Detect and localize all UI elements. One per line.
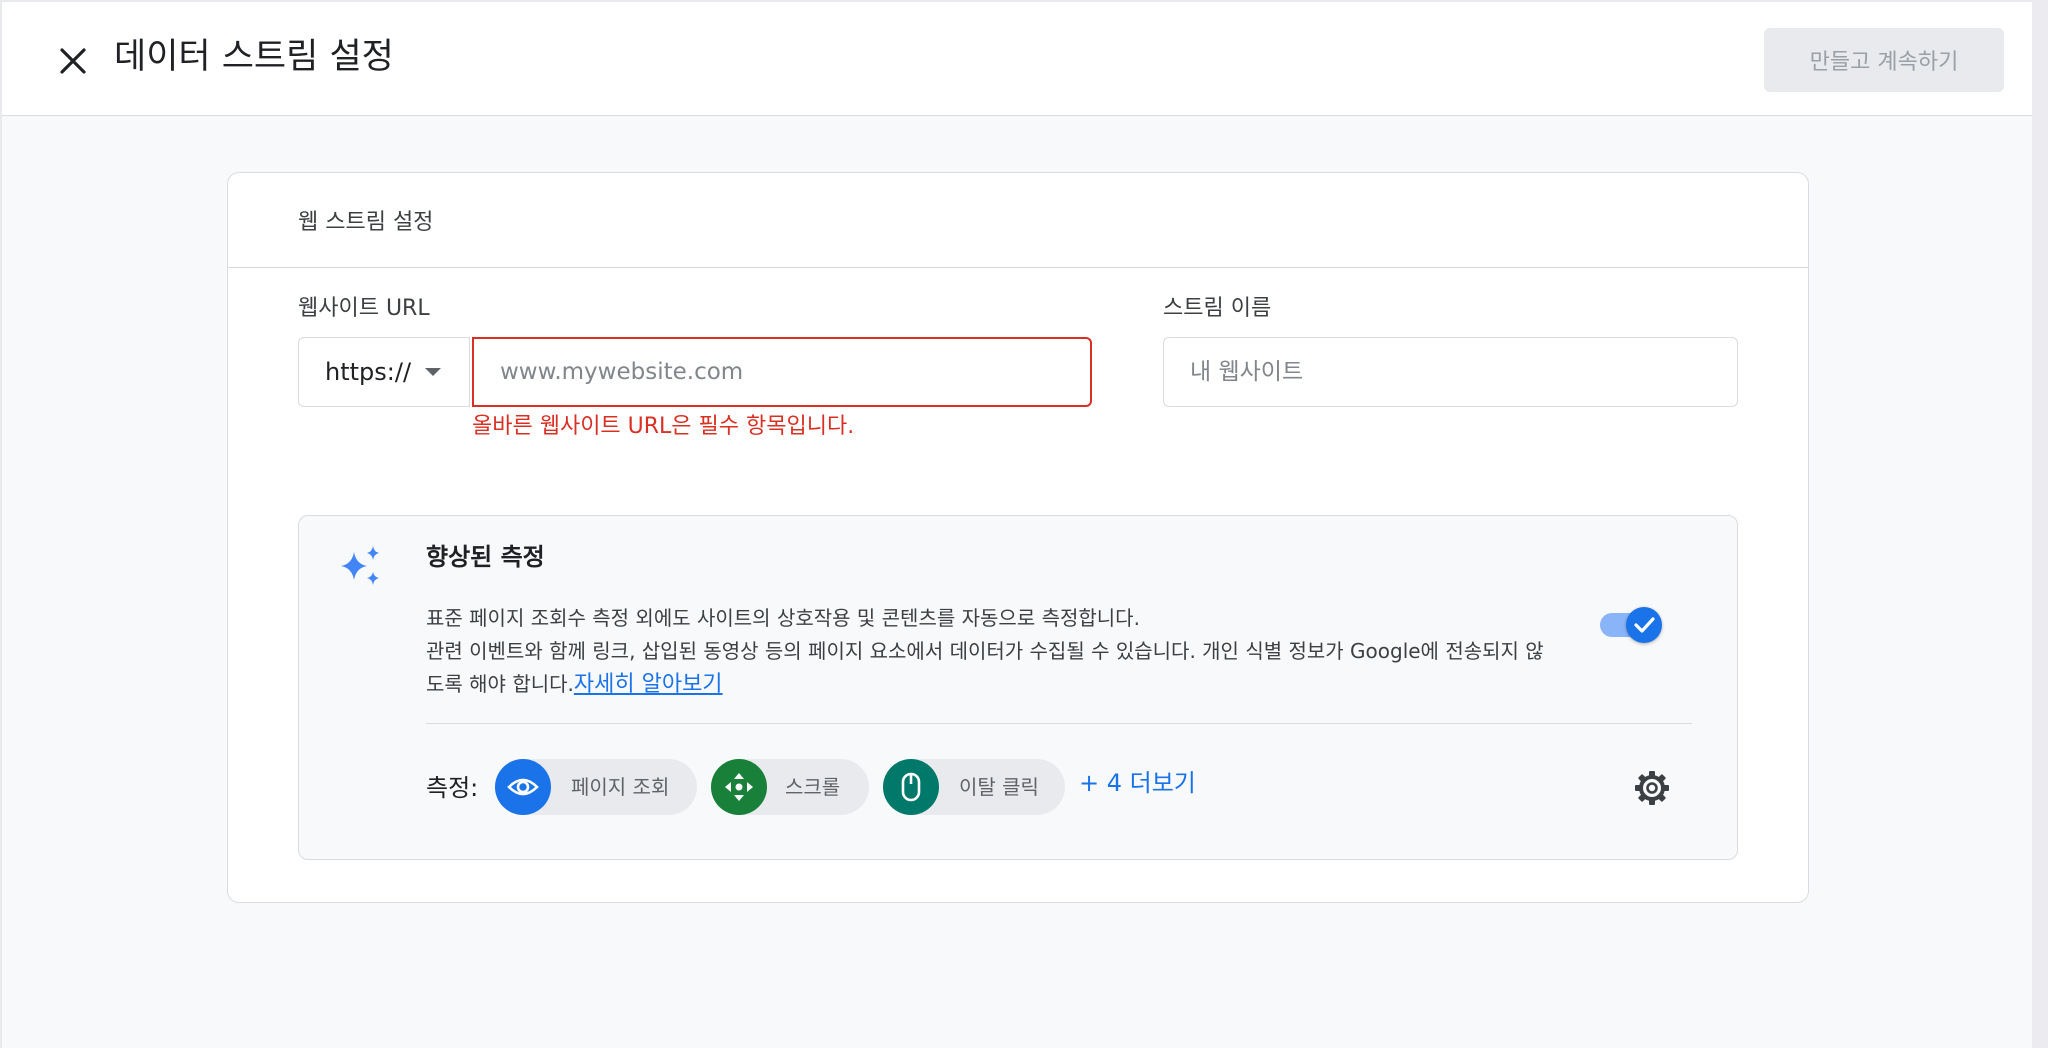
background-strip	[2032, 0, 2048, 1048]
description-line-1: 표준 페이지 조회수 측정 외에도 사이트의 상호작용 및 콘텐츠를 자동으로 …	[426, 606, 1140, 630]
scroll-icon	[711, 759, 767, 815]
chip-label: 스크롤	[785, 775, 841, 799]
enhanced-measurement-panel: 향상된 측정 표준 페이지 조회수 측정 외에도 사이트의 상호작용 및 콘텐츠…	[298, 515, 1738, 860]
page-title: 데이터 스트림 설정	[114, 37, 394, 77]
dropdown-arrow-icon	[425, 368, 441, 376]
mouse-icon	[883, 759, 939, 815]
protocol-select[interactable]: https://	[298, 337, 470, 407]
chip-outbound-click[interactable]: 이탈 클릭	[883, 759, 1065, 815]
sparkle-icon	[339, 544, 383, 588]
card-title: 웹 스트림 설정	[298, 210, 434, 235]
enhanced-description: 표준 페이지 조회수 측정 외에도 사이트의 상호작용 및 콘텐츠를 자동으로 …	[426, 602, 1551, 701]
create-continue-button[interactable]: 만들고 계속하기	[1764, 28, 2004, 92]
stream-name-input[interactable]	[1163, 337, 1738, 407]
gear-icon[interactable]	[1632, 768, 1672, 808]
enhanced-measurement-toggle[interactable]	[1600, 607, 1664, 643]
card-divider	[228, 267, 1808, 268]
url-label: 웹사이트 URL	[298, 296, 430, 321]
chip-scroll[interactable]: 스크롤	[711, 759, 869, 815]
enhanced-title: 향상된 측정	[426, 543, 545, 571]
check-icon	[1626, 607, 1662, 643]
close-icon[interactable]	[50, 38, 96, 84]
stream-name-label: 스트림 이름	[1163, 296, 1272, 321]
protocol-value: https://	[325, 358, 412, 386]
dialog-header: 데이터 스트림 설정 만들고 계속하기	[2, 2, 2032, 116]
stream-setup-dialog: 데이터 스트림 설정 만들고 계속하기 웹 스트림 설정 웹사이트 URL ht…	[2, 2, 2032, 1048]
chip-label: 이탈 클릭	[959, 775, 1039, 799]
learn-more-link[interactable]: 자세히 알아보기	[574, 672, 723, 697]
panel-divider	[426, 723, 1692, 724]
chip-page-view[interactable]: 페이지 조회	[495, 759, 697, 815]
website-url-input[interactable]	[472, 337, 1092, 407]
eye-icon	[495, 759, 551, 815]
web-stream-card: 웹 스트림 설정 웹사이트 URL https:// 올바른 웹사이트 URL은…	[227, 172, 1809, 903]
chip-label: 페이지 조회	[571, 775, 670, 799]
measure-label: 측정:	[426, 774, 479, 802]
more-measurements-link[interactable]: + 4 더보기	[1079, 766, 1196, 800]
url-error-message: 올바른 웹사이트 URL은 필수 항목입니다.	[472, 414, 855, 439]
